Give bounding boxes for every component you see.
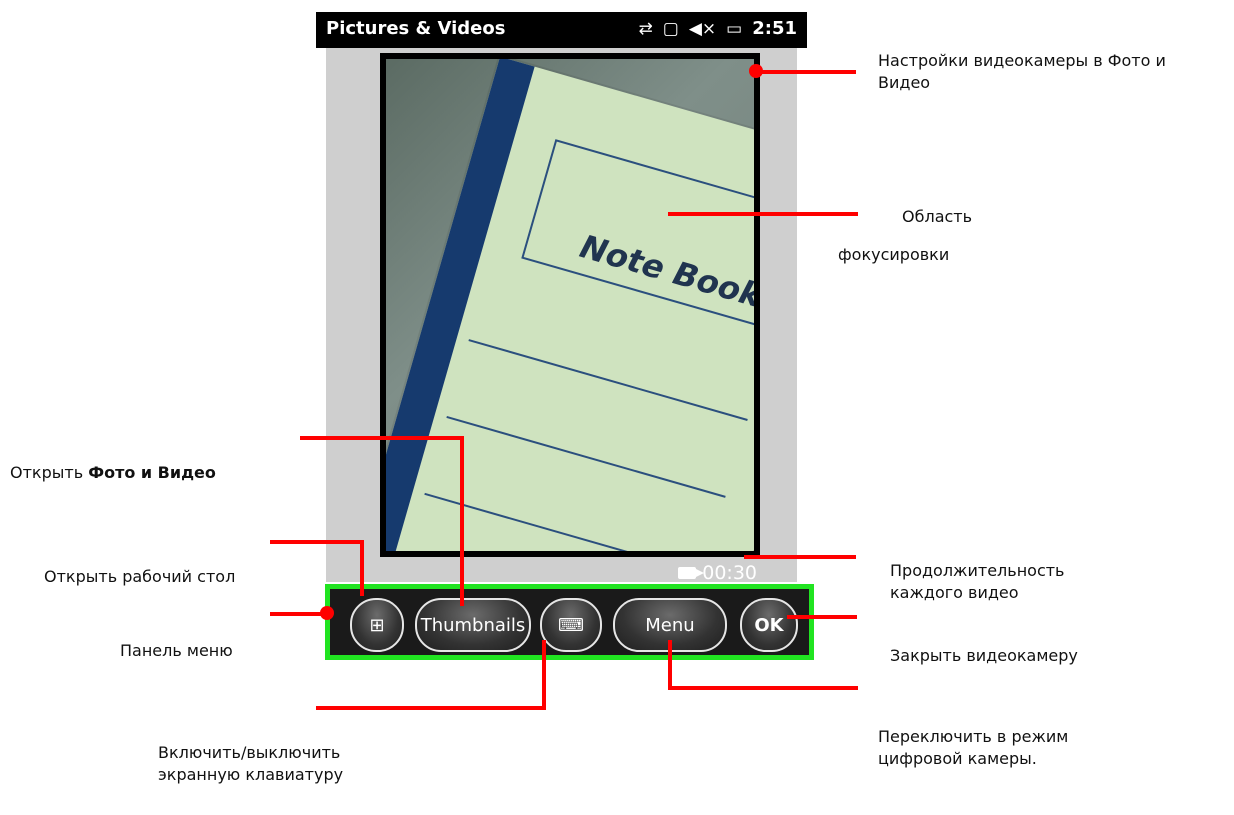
annotation-line-focus [668, 212, 858, 216]
windows-icon: ⊞ [369, 614, 385, 636]
annotation-line-thumbnails-v [460, 436, 464, 606]
label-open-pictures-bold: Фото и Видео [88, 463, 216, 482]
notebook-line [468, 339, 748, 421]
label-close-camera: Закрыть видеокамеру [890, 646, 1078, 665]
status-icons: ⇄ ▢ ◀× ▭ 2:51 [639, 18, 797, 39]
annotation-line-menu-panel [270, 612, 326, 616]
battery-icon: ▭ [726, 18, 743, 39]
label-focus-line2: фокусировки [838, 245, 950, 264]
label-switch-mode: Переключить в режим цифровой камеры. [878, 727, 1069, 768]
keyboard-toggle-button[interactable]: ⌨ [540, 598, 602, 652]
start-button[interactable]: ⊞ [350, 598, 404, 652]
camera-viewport[interactable]: Note Book 00:30 [326, 48, 797, 584]
keyboard-icon: ⌨ [558, 614, 584, 636]
thumbnails-button[interactable]: Thumbnails [415, 598, 531, 652]
label-open-desktop: Открыть рабочий стол [44, 567, 236, 586]
label-duration: Продолжительность каждого видео [890, 561, 1065, 602]
annotation-line-keyboard-v [542, 640, 546, 710]
annotation-line-menu-h [668, 686, 858, 690]
camera-preview[interactable]: Note Book [380, 53, 760, 557]
video-duration-indicator: 00:30 [678, 562, 757, 584]
annotation-line-duration [744, 555, 856, 559]
status-bar: Pictures & Videos ⇄ ▢ ◀× ▭ 2:51 [316, 12, 807, 48]
device-screen: Pictures & Videos ⇄ ▢ ◀× ▭ 2:51 Note Boo… [316, 12, 814, 663]
annotation-line-menu-v [668, 640, 672, 688]
label-focus-line1: Область [902, 207, 973, 226]
menu-bar: ⊞ Thumbnails ⌨ Menu OK [325, 584, 814, 660]
video-camera-icon [678, 567, 705, 579]
video-duration: 00:30 [702, 562, 757, 584]
ok-button[interactable]: OK [740, 598, 798, 652]
sync-icon: ⇄ [638, 18, 653, 39]
annotation-dot-menu-panel [320, 606, 334, 620]
clock: 2:51 [752, 18, 797, 39]
label-open-pictures: Открыть Фото и Видео [10, 462, 216, 484]
annotation-line-keyboard-h [316, 706, 546, 710]
label-camera-settings: Настройки видеокамеры в Фото и Видео [878, 51, 1166, 92]
notebook-line [424, 492, 704, 551]
annotation-line-ok [787, 615, 857, 619]
app-title: Pictures & Videos [326, 18, 506, 39]
label-open-pictures-prefix: Открыть [10, 463, 89, 482]
annotation-line-start [270, 540, 362, 544]
annotation-dot-settings [749, 64, 763, 78]
annotation-line-settings [756, 70, 856, 74]
volume-muted-icon: ◀× [688, 18, 717, 39]
annotation-line-thumbnails-h [300, 436, 462, 440]
label-menu-panel: Панель меню [120, 641, 233, 660]
notebook-line [446, 415, 726, 498]
label-toggle-keyboard: Включить/выключить экранную клавиатуру [158, 743, 344, 784]
annotation-line-start-v [360, 540, 364, 596]
signal-icon: ▢ [662, 18, 679, 39]
